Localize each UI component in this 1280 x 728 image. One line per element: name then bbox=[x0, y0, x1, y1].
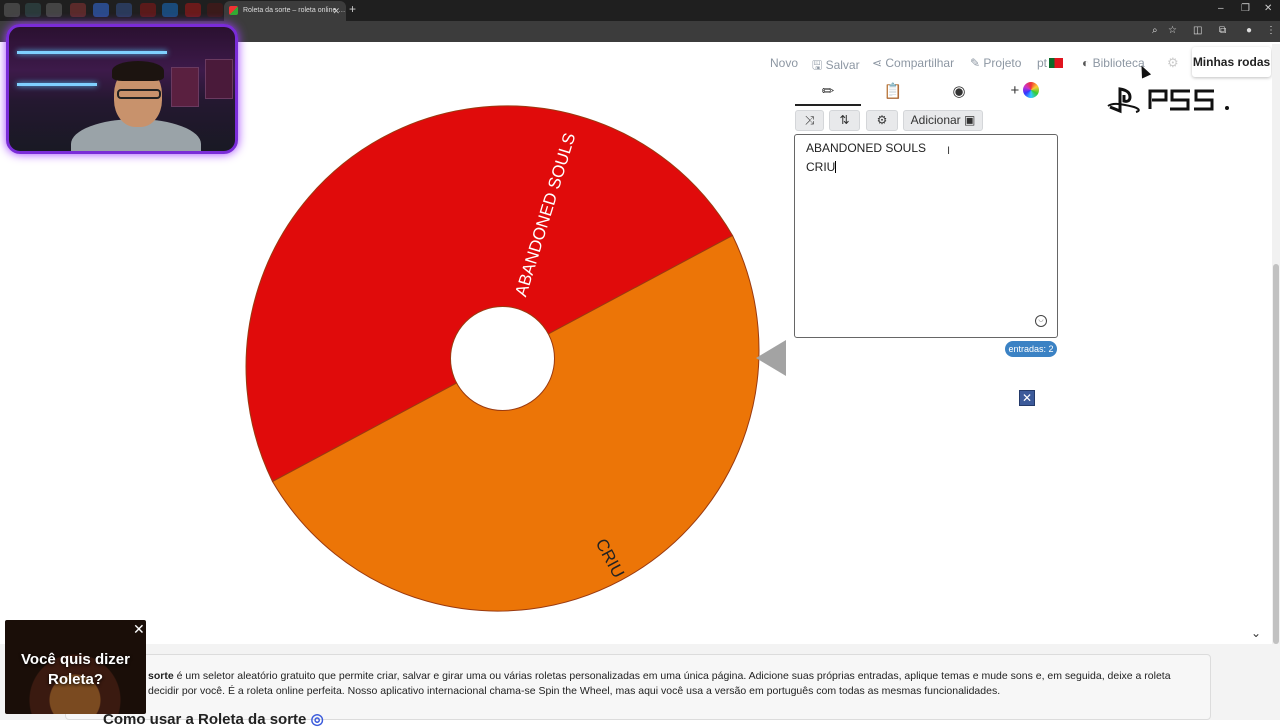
share-icon: ⋖ bbox=[872, 56, 886, 70]
wheel-center-hub[interactable] bbox=[450, 306, 555, 411]
plus-icon: + bbox=[1010, 82, 1020, 99]
promo-line-2: Roleta? bbox=[47, 671, 103, 688]
entries-count-badge: entradas: 2 bbox=[1005, 341, 1057, 357]
description-text: sorte é um seletor aleatório gratuito qu… bbox=[148, 669, 1178, 699]
tab-edit[interactable]: ✏ bbox=[795, 82, 861, 106]
color-wheel-icon bbox=[1023, 82, 1040, 98]
entry-text: CRIU bbox=[806, 160, 836, 174]
tab-favicon[interactable] bbox=[207, 3, 223, 17]
pencil-icon: ✎ bbox=[970, 56, 984, 70]
language-selector[interactable]: pt bbox=[1037, 56, 1064, 70]
tab-favicon[interactable] bbox=[70, 3, 86, 17]
ad-close-icon[interactable]: ✕ bbox=[1019, 390, 1035, 406]
bookmark-star-icon[interactable]: ☆ bbox=[1168, 25, 1177, 36]
roleta-favicon-icon bbox=[229, 6, 238, 15]
poster bbox=[205, 59, 233, 99]
salvar-link[interactable]: 🖫 Salvar bbox=[812, 56, 860, 77]
ps5-logo bbox=[1107, 87, 1229, 114]
novo-link[interactable]: Novo bbox=[770, 56, 798, 70]
spin-wheel[interactable]: ABANDONED SOULS CRIU bbox=[240, 96, 765, 621]
wheel-pointer bbox=[756, 340, 786, 376]
new-tab-button[interactable]: + bbox=[349, 2, 356, 16]
tab-favicon[interactable] bbox=[25, 3, 41, 17]
menu-dots-icon[interactable]: ⋮ bbox=[1266, 25, 1276, 36]
adicionar-label: Adicionar bbox=[910, 113, 961, 127]
entry-text: ABANDONED SOULS bbox=[806, 141, 927, 155]
chevron-down-icon[interactable]: ⌄ bbox=[1251, 626, 1261, 640]
translate-icon[interactable]: ⧉ bbox=[1219, 25, 1226, 36]
sort-icon: ⇅ bbox=[839, 113, 850, 127]
description-bold-lead: sorte bbox=[148, 670, 174, 682]
minimize-icon[interactable]: – bbox=[1218, 3, 1224, 14]
ibeam-cursor-icon: I bbox=[947, 145, 951, 157]
globe-icon: ◐ bbox=[1082, 56, 1093, 70]
browser-tabstrip: Roleta da sorte – roleta online … ✕ + – … bbox=[0, 0, 1280, 21]
salvar-label: Salvar bbox=[825, 58, 860, 72]
portugal-flag-icon bbox=[1049, 58, 1064, 68]
promo-line-1: Você quis dizer bbox=[21, 651, 130, 668]
biblioteca-link[interactable]: ◐ Biblioteca bbox=[1082, 56, 1145, 70]
webcam-overlay bbox=[6, 24, 238, 154]
projeto-link[interactable]: ✎ Projeto bbox=[970, 56, 1021, 70]
tab-favicon[interactable] bbox=[46, 3, 62, 17]
close-window-icon[interactable]: ✕ bbox=[1264, 3, 1272, 14]
description-body: é um seletor aleatório gratuito que perm… bbox=[148, 670, 1171, 697]
tab-favicon[interactable] bbox=[185, 3, 201, 17]
shuffle-icon: ⤨ bbox=[804, 113, 815, 127]
sort-button[interactable]: ⇅ bbox=[829, 110, 860, 131]
eye-slash-icon: ◉ bbox=[952, 83, 966, 100]
emoji-picker-icon[interactable]: ◡ bbox=[1035, 315, 1047, 327]
promo-close-icon[interactable]: ✕ bbox=[133, 621, 145, 638]
active-tab-title: Roleta da sorte – roleta online … bbox=[243, 7, 346, 14]
scrollbar-thumb[interactable] bbox=[1273, 264, 1279, 644]
entries-textarea[interactable]: ABANDONED SOULS CRIU I ◡ bbox=[794, 134, 1058, 338]
tab-hide[interactable]: ◉ bbox=[926, 82, 992, 106]
roulette-promo-card[interactable]: Você quis dizer Roleta? ✕ bbox=[5, 620, 146, 714]
led-shelf bbox=[17, 51, 167, 54]
image-icon: ▣ bbox=[964, 113, 976, 127]
settings-button[interactable]: ⚙ bbox=[866, 110, 898, 131]
restore-icon[interactable]: ❐ bbox=[1241, 3, 1250, 14]
mouse-cursor-icon bbox=[1136, 63, 1152, 79]
minhas-rodas-button[interactable]: Minhas rodas bbox=[1192, 47, 1271, 77]
extensions-icon[interactable]: ◫ bbox=[1193, 25, 1202, 36]
tab-favicon[interactable] bbox=[93, 3, 109, 17]
tab-favicon[interactable] bbox=[4, 3, 20, 17]
close-tab-icon[interactable]: ✕ bbox=[332, 1, 340, 21]
projeto-label: Projeto bbox=[983, 56, 1022, 70]
entry-line: ABANDONED SOULS bbox=[806, 141, 926, 155]
gear-icon: ⚙ bbox=[876, 113, 888, 127]
compartilhar-link[interactable]: ⋖ Compartilhar bbox=[872, 56, 954, 70]
poster bbox=[171, 67, 199, 107]
entry-line: CRIU bbox=[806, 160, 837, 174]
tab-favicon[interactable] bbox=[162, 3, 178, 17]
promo-text: Você quis dizer Roleta? bbox=[5, 650, 146, 690]
clipboard-icon: 📋 bbox=[883, 83, 903, 100]
led-shelf bbox=[17, 83, 97, 86]
tab-favicon[interactable] bbox=[140, 3, 156, 17]
tab-colors[interactable]: + bbox=[992, 82, 1058, 106]
language-label: pt bbox=[1037, 56, 1048, 70]
settings-gear-icon[interactable]: ⚙ bbox=[1167, 55, 1179, 71]
text-caret bbox=[835, 161, 837, 173]
profile-avatar-icon[interactable]: ● bbox=[1246, 25, 1252, 36]
streamer-glasses bbox=[117, 89, 161, 99]
save-icon: 🖫 bbox=[812, 58, 826, 72]
tab-results[interactable]: 📋 bbox=[860, 82, 926, 106]
compartilhar-label: Compartilhar bbox=[885, 56, 955, 70]
adicionar-image-button[interactable]: Adicionar ▣ bbox=[903, 110, 983, 131]
shuffle-button[interactable]: ⤨ bbox=[795, 110, 824, 131]
streamer-hair bbox=[112, 61, 164, 81]
tab-favicon[interactable] bbox=[116, 3, 132, 17]
zoom-icon[interactable]: ⌕ bbox=[1152, 25, 1158, 36]
active-tab[interactable]: Roleta da sorte – roleta online … ✕ bbox=[224, 1, 346, 21]
pencil-icon: ✏ bbox=[821, 83, 835, 100]
